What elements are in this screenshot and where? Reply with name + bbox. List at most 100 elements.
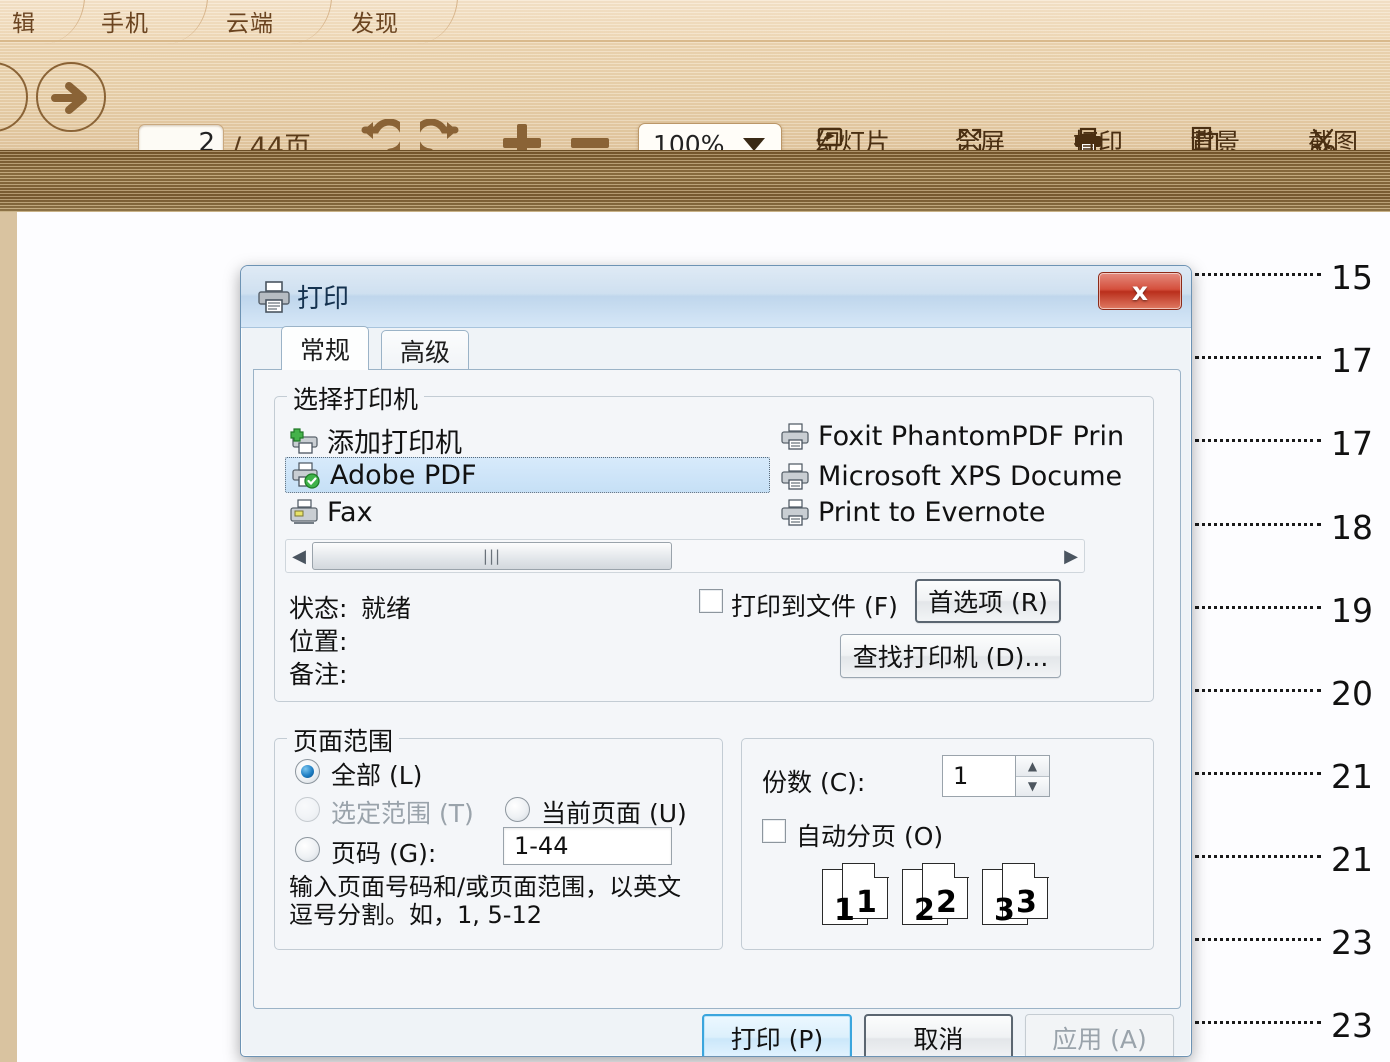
- collate-number-back: 3: [1016, 885, 1037, 920]
- toc-leader-dots: [1195, 855, 1321, 858]
- print-dialog: 打印 x 常规 高级 选择打印机: [240, 265, 1192, 1057]
- toc-page-number: 21: [1331, 840, 1383, 879]
- general-tab-panel: 选择打印机 添加打印机: [253, 369, 1181, 1009]
- tab-general[interactable]: 常规: [281, 326, 369, 370]
- apply-button: 应用 (A): [1025, 1014, 1174, 1057]
- printer-item-fax[interactable]: Fax: [289, 497, 373, 528]
- tab-label: 发现: [351, 4, 399, 38]
- radio-current-page[interactable]: [505, 797, 530, 822]
- scrollbar-thumb[interactable]: |||: [312, 542, 672, 570]
- close-icon[interactable]: x: [1098, 272, 1182, 310]
- copies-spin-buttons: ▲ ▼: [1015, 756, 1049, 796]
- collate-page-group: 2 2: [902, 863, 968, 925]
- collate-number-front: 3: [994, 893, 1015, 928]
- toc-leader-dots: [1195, 523, 1321, 526]
- toc-page-number: 20: [1331, 674, 1383, 713]
- close-label: x: [1132, 277, 1148, 306]
- tab-cloud[interactable]: 云端: [195, 0, 305, 42]
- collate-number-front: 1: [834, 893, 855, 928]
- printer-name: Foxit PhantomPDF Prin: [818, 421, 1124, 452]
- cancel-label: 取消: [913, 1020, 963, 1056]
- scroll-left-arrow-icon[interactable]: ◀: [286, 546, 312, 567]
- toc-entry: 23: [1195, 923, 1383, 962]
- spin-up-icon[interactable]: ▲: [1016, 756, 1049, 776]
- collate-checkbox[interactable]: [762, 819, 786, 843]
- printer-name: Fax: [327, 497, 373, 528]
- printer-item-print-to-evernote[interactable]: Print to Evernote: [780, 497, 1045, 528]
- find-printer-button[interactable]: 查找打印机 (D)...: [840, 634, 1061, 678]
- toc-page-number: 17: [1331, 341, 1383, 380]
- printer-list-scrollbar[interactable]: ◀ ||| ▶: [285, 539, 1085, 573]
- toc-page-number: 15: [1331, 258, 1383, 297]
- printer-icon: [780, 463, 810, 491]
- arrow-right-icon: [49, 75, 95, 121]
- printer-item-microsoft-xps[interactable]: Microsoft XPS Docume: [780, 461, 1122, 492]
- apply-label: 应用 (A): [1052, 1020, 1147, 1056]
- radio-current-page-label: 当前页面 (U): [541, 794, 687, 830]
- toc-entry: 15: [1195, 258, 1383, 297]
- tab-edit[interactable]: 辑: [0, 0, 48, 42]
- toc-leader-dots: [1195, 606, 1321, 609]
- document-toolbar: 2 / 44页: [0, 44, 1390, 150]
- toc-entry: 21: [1195, 757, 1383, 796]
- toc-page-number: 19: [1331, 591, 1383, 630]
- copies-stepper[interactable]: 1 ▲ ▼: [942, 755, 1050, 797]
- comment-label: 备注:: [289, 655, 347, 691]
- copies-value: 1: [943, 756, 1015, 796]
- toc-entry: 21: [1195, 840, 1383, 879]
- toc-page-number: 21: [1331, 757, 1383, 796]
- copies-label: 份数 (C):: [762, 763, 865, 799]
- wood-divider-band: [0, 150, 1390, 212]
- toc-page-number: 17: [1331, 424, 1383, 463]
- status-label: 状态:: [289, 589, 347, 625]
- radio-selection-label: 选定范围 (T): [331, 794, 474, 830]
- tab-discover[interactable]: 发现: [320, 0, 430, 42]
- status-value: 就绪: [361, 589, 411, 625]
- printer-item-add-printer[interactable]: 添加打印机: [289, 421, 462, 460]
- collate-label: 自动分页 (O): [796, 817, 943, 853]
- toc-leader-dots: [1195, 439, 1321, 442]
- radio-all-pages-label: 全部 (L): [331, 756, 422, 792]
- dialog-titlebar[interactable]: 打印 x: [241, 266, 1191, 328]
- toc-leader-dots: [1195, 772, 1321, 775]
- next-page-button[interactable]: [36, 62, 106, 132]
- tab-advanced[interactable]: 高级: [381, 330, 469, 370]
- toc-page-number: 18: [1331, 508, 1383, 547]
- collate-number-back: 1: [856, 885, 877, 920]
- page-range-label: 页面范围: [287, 722, 399, 758]
- radio-all-pages[interactable]: [295, 759, 320, 784]
- tab-label: 辑: [12, 4, 36, 38]
- toc-leader-dots: [1195, 356, 1321, 359]
- location-label: 位置:: [289, 622, 347, 658]
- toc-entry: 17: [1195, 424, 1383, 463]
- find-printer-label: 查找打印机 (D)...: [853, 638, 1049, 674]
- previous-page-button[interactable]: [0, 62, 28, 132]
- toc-entry: 20: [1195, 674, 1383, 713]
- collate-page-group: 3 3: [982, 863, 1048, 925]
- printer-check-icon: [290, 461, 322, 489]
- radio-page-numbers[interactable]: [295, 837, 320, 862]
- preferences-button[interactable]: 首选项 (R): [915, 579, 1061, 623]
- printer-item-adobe-pdf[interactable]: Adobe PDF: [285, 457, 770, 493]
- spin-down-icon[interactable]: ▼: [1016, 776, 1049, 797]
- add-printer-icon: [289, 427, 319, 455]
- collate-page-group: 1 1: [822, 863, 888, 925]
- toc-leader-dots: [1195, 938, 1321, 941]
- tab-mobile[interactable]: 手机: [70, 0, 180, 42]
- printer-item-foxit-phantompdf[interactable]: Foxit PhantomPDF Prin: [780, 421, 1124, 452]
- toc-entry: 17: [1195, 341, 1383, 380]
- toc-entry: 19: [1195, 591, 1383, 630]
- printer-name: 添加打印机: [327, 421, 462, 460]
- cancel-button[interactable]: 取消: [864, 1014, 1013, 1057]
- print-to-file-checkbox[interactable]: [699, 589, 723, 613]
- page-range-input[interactable]: 1-44: [503, 827, 672, 865]
- collate-preview: 1 1 2 2 3 3: [822, 863, 1048, 925]
- radio-selection[interactable]: [295, 797, 320, 822]
- print-confirm-label: 打印 (P): [731, 1020, 824, 1056]
- toc-page-number: 23: [1331, 923, 1383, 962]
- dialog-title: 打印: [297, 278, 349, 315]
- scroll-right-arrow-icon[interactable]: ▶: [1058, 546, 1084, 567]
- print-to-file-label: 打印到文件 (F): [731, 587, 898, 623]
- radio-page-numbers-label: 页码 (G):: [331, 834, 436, 870]
- print-confirm-button[interactable]: 打印 (P): [702, 1014, 852, 1057]
